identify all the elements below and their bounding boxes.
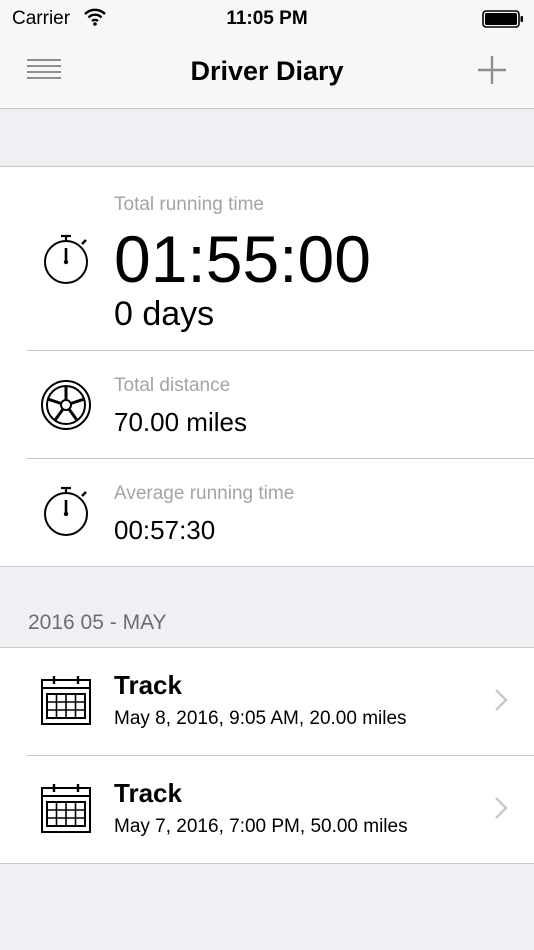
add-button[interactable] xyxy=(474,52,510,88)
chevron-right-icon xyxy=(494,796,508,825)
track-list: Track May 8, 2016, 9:05 AM, 20.00 miles xyxy=(0,647,534,864)
calendar-icon xyxy=(40,674,92,731)
total-running-time-value: 01:55:00 xyxy=(114,222,371,296)
plus-icon xyxy=(478,56,506,84)
status-time: 11:05 PM xyxy=(226,8,308,29)
battery-icon xyxy=(482,10,524,33)
stopwatch-icon xyxy=(40,485,92,542)
chevron-right-icon xyxy=(494,688,508,717)
track-subtitle: May 8, 2016, 9:05 AM, 20.00 miles xyxy=(114,708,407,729)
stats-card: Total running time 01:55:00 0 days Total… xyxy=(0,166,534,567)
stopwatch-icon xyxy=(40,233,92,290)
stat-average-running-time: Average running time 00:57:30 xyxy=(0,459,534,566)
status-bar: Carrier 11:05 PM xyxy=(0,0,534,38)
average-running-time-label: Average running time xyxy=(114,483,295,504)
stat-total-distance: Total distance 70.00 miles xyxy=(0,351,534,458)
total-running-time-days: 0 days xyxy=(114,295,215,333)
average-running-time-value: 00:57:30 xyxy=(114,515,216,545)
list-item[interactable]: Track May 7, 2016, 7:00 PM, 50.00 miles xyxy=(0,756,534,864)
nav-bar: Driver Diary xyxy=(0,38,534,109)
track-title: Track xyxy=(114,670,182,700)
track-title: Track xyxy=(114,778,182,808)
wheel-icon xyxy=(40,379,92,436)
track-subtitle: May 7, 2016, 7:00 PM, 50.00 miles xyxy=(114,816,408,837)
stat-total-running-time: Total running time 01:55:00 0 days xyxy=(0,167,534,350)
page-title: Driver Diary xyxy=(190,56,344,86)
total-distance-label: Total distance xyxy=(114,375,231,396)
total-distance-value: 70.00 miles xyxy=(114,407,247,437)
list-item[interactable]: Track May 8, 2016, 9:05 AM, 20.00 miles xyxy=(0,648,534,756)
calendar-icon xyxy=(40,782,92,839)
total-running-time-label: Total running time xyxy=(114,194,264,215)
section-header: 2016 05 - MAY xyxy=(28,611,167,634)
